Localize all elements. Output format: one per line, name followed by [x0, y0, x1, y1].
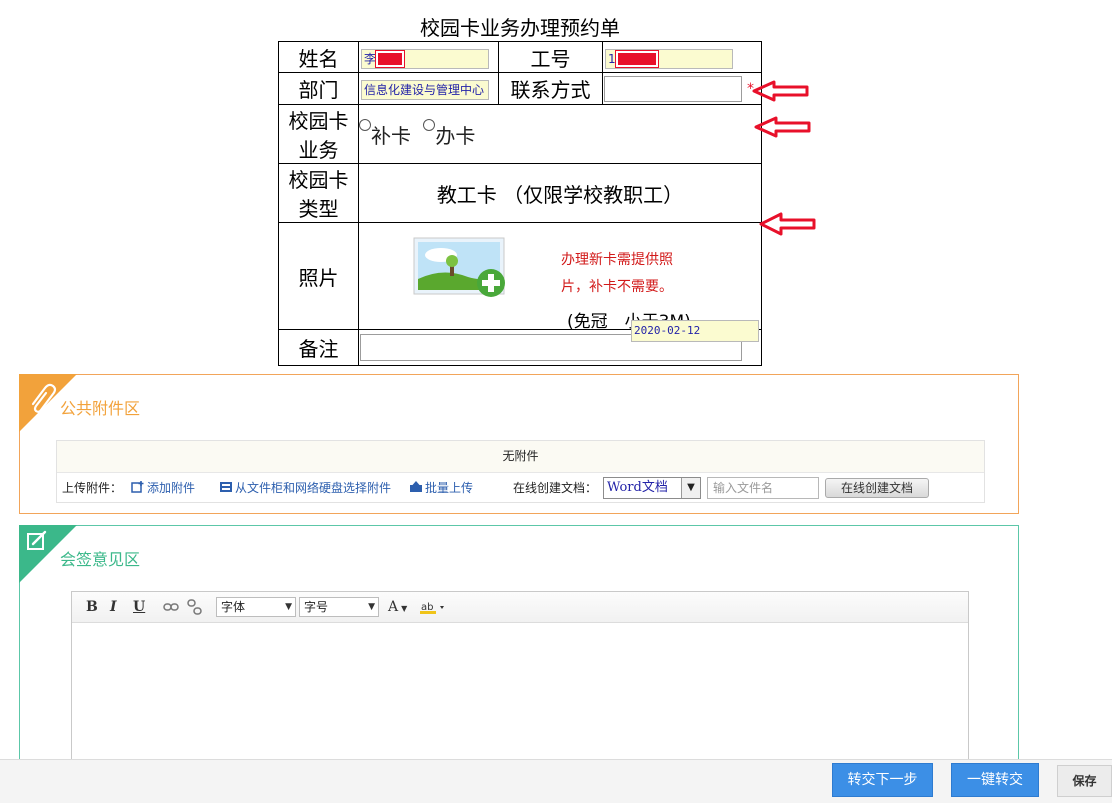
contact-input[interactable] [604, 75, 742, 102]
cabinet-attachment-label: 从文件柜和网络硬盘选择附件 [235, 481, 392, 495]
redaction-mark [376, 51, 405, 67]
id-field[interactable]: 1 [605, 48, 733, 69]
date-field[interactable]: 2020-02-12 [631, 320, 759, 342]
annotation-arrow-icon [754, 116, 811, 138]
redaction-mark [615, 51, 658, 67]
countersign-section: 会签意见区 B I U 字体 ▼ 字号 ▼ A ▼ ab [19, 525, 1019, 791]
cabinet-attachment-link[interactable]: 从文件柜和网络硬盘选择附件 [219, 473, 391, 504]
type-value: 教工卡 （仅限学校教职工） [358, 163, 762, 223]
chevron-down-icon: ▼ [285, 602, 292, 612]
unlink-icon[interactable] [187, 599, 203, 615]
attachments-box: 无附件 上传附件： 添加附件 从文件柜和网络硬盘选择附件 批量上传 在线创建文档… [56, 440, 985, 503]
upload-label: 上传附件： [62, 481, 123, 495]
add-attachment-link[interactable]: 添加附件 [131, 473, 195, 504]
file-cabinet-icon [220, 482, 232, 492]
online-create-label: 在线创建文档： [513, 481, 598, 495]
appointment-form: 姓名 李 工号 1 部门 信息化建设与管理中心 联系方式 * 校园卡业务 补卡 … [278, 41, 762, 366]
font-family-select[interactable]: 字体 ▼ [216, 597, 296, 617]
editor-toolbar: B I U 字体 ▼ 字号 ▼ A ▼ ab [72, 592, 968, 623]
attachments-title: 公共附件区 [60, 399, 141, 418]
add-attachment-label: 添加附件 [147, 481, 196, 495]
radio-new-card[interactable] [423, 118, 436, 131]
annotation-arrow-icon [759, 212, 816, 236]
business-options: 补卡 办卡 [358, 104, 762, 164]
radio-replace-card[interactable] [359, 118, 371, 131]
option-replace-label: 补卡 [371, 123, 411, 148]
photo-upload-icon[interactable] [413, 237, 509, 299]
remark-label: 备注 [278, 329, 359, 366]
create-doc-button[interactable]: 在线创建文档 [825, 478, 929, 498]
underline-button[interactable]: U [133, 599, 145, 615]
font-family-label: 字体 [221, 600, 246, 614]
dept-field[interactable]: 信息化建设与管理中心 [361, 80, 489, 100]
chevron-down-icon: ▼ [681, 478, 700, 498]
photo-label: 照片 [278, 222, 359, 330]
font-color-label: A [388, 599, 399, 615]
id-label: 工号 [498, 41, 603, 73]
chevron-down-icon: ▼ [401, 604, 408, 613]
name-value: 李 [364, 51, 377, 66]
save-button[interactable]: 保存 [1057, 765, 1112, 797]
contact-label: 联系方式 [498, 72, 603, 105]
no-attachments-text: 无附件 [57, 441, 984, 473]
one-click-transfer-button[interactable]: 一键转交 [951, 763, 1039, 797]
option-new-label: 办卡 [435, 123, 476, 148]
font-color-button[interactable]: A ▼ [388, 599, 407, 615]
contact-cell: * [602, 72, 762, 105]
dept-label: 部门 [278, 72, 359, 105]
chevron-down-icon: ▼ [368, 602, 375, 612]
name-label: 姓名 [278, 41, 359, 73]
batch-upload-link[interactable]: 批量上传 [409, 473, 473, 504]
upload-row: 上传附件： 添加附件 从文件柜和网络硬盘选择附件 批量上传 在线创建文档： Wo… [57, 473, 984, 504]
italic-button[interactable]: I [110, 599, 117, 615]
photo-note-line2: 片，补卡不需要。 [561, 279, 673, 295]
link-icon[interactable] [163, 601, 179, 613]
photo-note-line1: 办理新卡需提供照 [561, 252, 673, 268]
next-step-button[interactable]: 转交下一步 [832, 763, 933, 797]
form-title: 校园卡业务办理预约单 [420, 16, 620, 40]
business-label: 校园卡业务 [278, 104, 359, 164]
action-bar: 转交下一步 一键转交 保存 [0, 759, 1112, 803]
dept-cell: 信息化建设与管理中心 [358, 72, 499, 105]
batch-upload-icon [410, 481, 422, 492]
attachments-section: 公共附件区 无附件 上传附件： 添加附件 从文件柜和网络硬盘选择附件 批量上传 … [19, 374, 1019, 514]
name-cell: 李 [358, 41, 499, 73]
font-size-label: 字号 [304, 600, 329, 614]
id-value: 1 [608, 51, 616, 66]
font-size-select[interactable]: 字号 ▼ [299, 597, 379, 617]
add-file-icon [131, 481, 144, 493]
doc-type-selected: Word文档 [607, 480, 668, 495]
bold-button[interactable]: B [86, 599, 98, 615]
id-cell: 1 [602, 41, 762, 73]
countersign-title: 会签意见区 [60, 550, 141, 569]
type-label: 校园卡类型 [278, 163, 359, 223]
annotation-arrow-icon [752, 80, 809, 102]
highlight-icon[interactable]: ab [420, 599, 448, 615]
photo-note: 办理新卡需提供照 片，补卡不需要。 [561, 247, 673, 301]
doc-type-select[interactable]: Word文档 ▼ [603, 477, 701, 499]
filename-input[interactable]: 输入文件名 [707, 477, 819, 499]
name-field[interactable]: 李 [361, 48, 489, 69]
batch-upload-label: 批量上传 [425, 481, 474, 495]
photo-cell: 办理新卡需提供照 片，补卡不需要。 (免冠 小于3M) [358, 222, 762, 332]
